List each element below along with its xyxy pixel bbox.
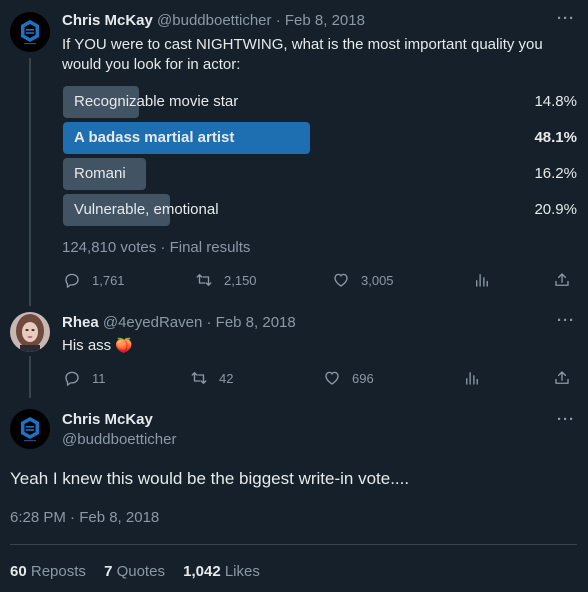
reply-icon	[65, 371, 79, 386]
poll-option-percent: 16.2%	[534, 165, 577, 182]
like-count: 696	[352, 370, 374, 386]
logo-icon	[21, 417, 39, 442]
poll-option: Romani 16.2%	[63, 158, 577, 190]
heart-icon	[325, 371, 339, 385]
poll-option: Recognizable movie star 14.8%	[63, 86, 577, 118]
repost-button[interactable]: 42	[190, 369, 233, 387]
tweet-text-line: If YOU were to cast NIGHTWING, what is t…	[62, 36, 543, 53]
reposts-count: 60	[10, 563, 27, 580]
peach-emoji: 🍑	[115, 337, 133, 353]
more-icon[interactable]: ···	[557, 411, 575, 428]
separator: ·	[275, 12, 281, 29]
more-icon[interactable]: ···	[557, 10, 575, 27]
avatar[interactable]	[10, 409, 50, 449]
poll-option-label: Recognizable movie star	[74, 93, 239, 110]
share-button[interactable]	[553, 271, 571, 289]
like-button[interactable]: 3,005	[332, 271, 394, 289]
poll-footer: 124,810 votes · Final results	[62, 239, 251, 256]
engagement-stats: 60 Reposts 7 Quotes 1,042 Likes	[10, 563, 260, 580]
poll-option-label: Romani	[74, 165, 126, 182]
reposts-label: Reposts	[30, 563, 86, 580]
separator: ·	[206, 314, 212, 331]
poll-option: Vulnerable, emotional 20.9%	[63, 194, 577, 226]
reply-count: 11	[92, 370, 106, 386]
reposts-stat[interactable]: 60 Reposts	[10, 563, 86, 580]
author-handle[interactable]: @buddboetticher	[157, 12, 271, 29]
reply-icon	[65, 273, 79, 288]
poll-option-percent: 14.8%	[534, 93, 577, 110]
poll-option-percent: 48.1%	[534, 129, 577, 146]
share-button[interactable]	[553, 369, 571, 387]
author-name[interactable]: Chris McKay	[62, 12, 153, 29]
tweet-text-content: His ass	[62, 337, 112, 354]
like-button[interactable]: 696	[323, 369, 374, 387]
more-icon[interactable]: ···	[557, 312, 575, 329]
share-icon	[555, 273, 569, 286]
repost-icon	[191, 372, 207, 384]
reply-button[interactable]: 11	[63, 369, 106, 387]
tweet-text: If YOU were to cast NIGHTWING, what is t…	[62, 35, 572, 75]
reply-count: 1,761	[92, 272, 125, 288]
avatar-photo	[10, 312, 50, 352]
quotes-label: Quotes	[116, 563, 165, 580]
author-name[interactable]: Chris McKay	[62, 411, 153, 428]
tweet-header: Chris McKay @buddboetticher · Feb 8, 201…	[62, 12, 365, 29]
views-button[interactable]	[473, 271, 491, 289]
repost-button[interactable]: 2,150	[195, 271, 257, 289]
tweet-text: Yeah I knew this would be the biggest wr…	[10, 469, 410, 488]
logo-icon	[21, 20, 39, 45]
poll-option: A badass martial artist 48.1%	[63, 122, 577, 154]
quotes-count: 7	[104, 563, 113, 580]
likes-stat[interactable]: 1,042 Likes	[183, 563, 260, 580]
repost-count: 2,150	[224, 272, 257, 288]
avatar[interactable]	[10, 312, 50, 352]
like-count: 3,005	[361, 272, 394, 288]
tweet-text: His ass 🍑	[62, 337, 133, 354]
author-handle[interactable]: @4eyedRaven	[103, 314, 202, 331]
poll-option-percent: 20.9%	[534, 201, 577, 218]
tweet-timestamp[interactable]: 6:28 PM · Feb 8, 2018	[10, 509, 159, 526]
views-icon	[476, 274, 488, 287]
poll-option-label: A badass martial artist	[74, 129, 235, 146]
author-handle[interactable]: @buddboetticher	[62, 431, 176, 448]
views-icon	[466, 372, 478, 385]
repost-count: 42	[219, 370, 234, 386]
repost-icon	[196, 274, 212, 286]
likes-count: 1,042	[183, 563, 221, 580]
poll-option-label: Vulnerable, emotional	[74, 201, 219, 218]
tweet-date[interactable]: Feb 8, 2018	[216, 314, 296, 331]
author-name[interactable]: Rhea	[62, 314, 99, 331]
tweet-header: Rhea @4eyedRaven · Feb 8, 2018	[62, 314, 296, 331]
views-button[interactable]	[463, 369, 481, 387]
divider	[10, 544, 577, 545]
thread-line	[29, 356, 31, 398]
thread-line	[29, 58, 31, 306]
tweet-date[interactable]: Feb 8, 2018	[285, 12, 365, 29]
reply-button[interactable]: 1,761	[63, 271, 125, 289]
likes-label: Likes	[224, 563, 260, 580]
heart-icon	[334, 273, 348, 287]
avatar[interactable]	[10, 12, 50, 52]
quotes-stat[interactable]: 7 Quotes	[104, 563, 165, 580]
share-icon	[555, 371, 569, 384]
tweet-text-line: would you look for in actor:	[62, 56, 241, 73]
